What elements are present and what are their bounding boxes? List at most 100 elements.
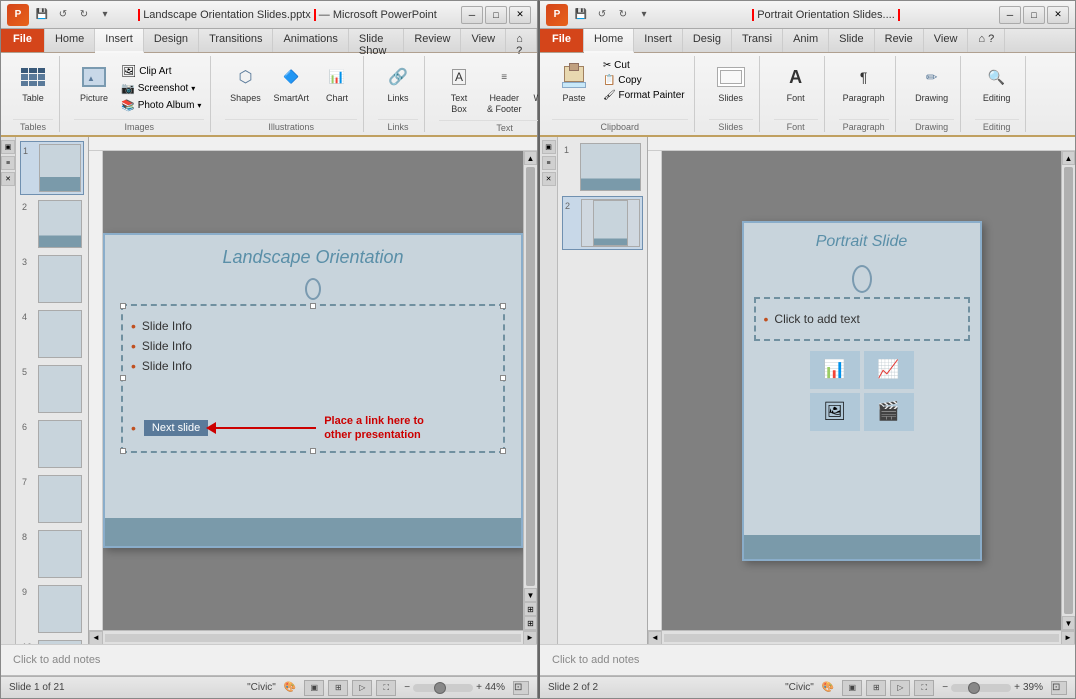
close-btn-left[interactable]: ✕: [509, 6, 531, 24]
undo-btn-right[interactable]: ↺: [593, 6, 611, 24]
tab-home-right[interactable]: Home: [584, 29, 634, 53]
headerfooter-button[interactable]: ≡ Header& Footer: [483, 59, 526, 117]
zoom-out-btn-r[interactable]: −: [942, 682, 948, 693]
close-panel-btn-r[interactable]: ✕: [542, 172, 556, 186]
tab-transitions-left[interactable]: Transitions: [199, 29, 273, 52]
left-zoom-thumb[interactable]: [434, 682, 446, 694]
next-slide-link[interactable]: Next slide: [144, 420, 208, 436]
formatpainter-btn[interactable]: 🖌 Format Painter: [600, 89, 688, 102]
redo-btn-right[interactable]: ↻: [614, 6, 632, 24]
normal-view-btn[interactable]: ▣: [304, 680, 324, 696]
portrait-icon-4[interactable]: 🎬: [864, 393, 914, 431]
close-btn-right[interactable]: ✕: [1047, 6, 1069, 24]
tab-review-left[interactable]: Review: [404, 29, 461, 52]
right-scrollbar-v[interactable]: ▲ ▼: [1061, 151, 1075, 630]
left-notes-bar[interactable]: Click to add notes: [1, 644, 537, 676]
left-scrollbar-h[interactable]: ◄ ►: [89, 630, 537, 644]
resize-handle-tl[interactable]: [120, 303, 126, 309]
clipart-button[interactable]: 🖼 Clip Art: [118, 63, 204, 79]
drawing-button[interactable]: ✏ Drawing: [910, 59, 954, 105]
resize-handle-tr[interactable]: [500, 303, 506, 309]
zoom-in-btn-r[interactable]: +: [1014, 682, 1020, 693]
scroll-thumb-right[interactable]: [1064, 167, 1073, 614]
right-scrollbar-h[interactable]: ◄ ►: [648, 630, 1075, 644]
scroll-up-left[interactable]: ▲: [524, 151, 537, 165]
picture-button[interactable]: Picture: [74, 59, 114, 106]
resize-handle-bl[interactable]: [120, 448, 126, 454]
slide-thumb-6[interactable]: 6: [20, 418, 84, 470]
slide-thumb-1[interactable]: 1: [20, 141, 84, 195]
right-slide-thumb-2[interactable]: 2: [562, 196, 643, 250]
zoom-out-btn[interactable]: −: [404, 682, 410, 693]
tab-slide-right[interactable]: Slide: [829, 29, 874, 52]
slide-thumb-8[interactable]: 8: [20, 528, 84, 580]
slides-tab-btn[interactable]: ▣: [1, 140, 15, 154]
minimize-btn-left[interactable]: ─: [461, 6, 483, 24]
tab-design-left[interactable]: Design: [144, 29, 199, 52]
copy-btn[interactable]: 📋 Copy: [600, 74, 688, 87]
office-logo-left[interactable]: P: [7, 4, 29, 26]
paste-button[interactable]: Paste: [552, 59, 596, 105]
left-scrollbar-v[interactable]: ▲ ▼ ⊞ ⊞: [523, 151, 537, 630]
tab-help-left[interactable]: ⌂ ?: [506, 29, 537, 52]
slide-thumb-7[interactable]: 7: [20, 473, 84, 525]
scroll-right-btn-r[interactable]: ►: [1061, 631, 1075, 645]
maximize-btn-right[interactable]: □: [1023, 6, 1045, 24]
left-zoom-slider[interactable]: [413, 684, 473, 692]
scroll-expand-left[interactable]: ⊞: [524, 602, 537, 616]
scroll-left-btn[interactable]: ◄: [89, 631, 103, 645]
right-zoom-thumb[interactable]: [968, 682, 980, 694]
reading-view-btn-r[interactable]: ▷: [890, 680, 910, 696]
slide-sorter-btn[interactable]: ⊞: [328, 680, 348, 696]
scroll-down-right[interactable]: ▼: [1062, 616, 1075, 630]
slide-thumb-2[interactable]: 2: [20, 198, 84, 250]
scroll-up-right[interactable]: ▲: [1062, 151, 1075, 165]
right-zoom-slider[interactable]: [951, 684, 1011, 692]
reading-view-btn[interactable]: ▷: [352, 680, 372, 696]
tab-transitions-right[interactable]: Transi: [732, 29, 783, 52]
scroll-left-btn-r[interactable]: ◄: [648, 631, 662, 645]
slide-content-box[interactable]: • Slide Info • Slide Info • Slide Info: [121, 304, 505, 453]
font-button[interactable]: A Font: [774, 59, 818, 105]
tab-home-left[interactable]: Home: [45, 29, 95, 52]
tab-file-left[interactable]: File: [1, 29, 45, 52]
zoom-in-btn[interactable]: +: [476, 682, 482, 693]
resize-handle-mr[interactable]: [500, 375, 506, 381]
outline-tab-btn-r[interactable]: ≡: [542, 156, 556, 170]
photoalbum-button[interactable]: 📚 Photo Album ▾: [118, 98, 204, 113]
minimize-btn-right[interactable]: ─: [999, 6, 1021, 24]
paragraph-button[interactable]: ¶ Paragraph: [839, 59, 889, 105]
resize-handle-ml[interactable]: [120, 375, 126, 381]
portrait-icon-2[interactable]: 📈: [864, 351, 914, 389]
tab-slideshow-left[interactable]: Slide Show: [349, 29, 404, 52]
editing-button[interactable]: 🔍 Editing: [975, 59, 1019, 105]
cut-btn[interactable]: ✂ Cut: [600, 59, 688, 72]
screenshot-button[interactable]: 📷 Screenshot ▾: [118, 81, 204, 96]
portrait-icon-3[interactable]: 🖼: [810, 393, 860, 431]
outline-tab-btn[interactable]: ≡: [1, 156, 15, 170]
textbox-button[interactable]: A TextBox: [439, 59, 479, 117]
scroll-expand2-left[interactable]: ⊞: [524, 616, 537, 630]
close-panel-btn[interactable]: ✕: [1, 172, 15, 186]
tab-review-right[interactable]: Revie: [875, 29, 924, 52]
customize-btn-right[interactable]: ▾: [635, 6, 653, 24]
shapes-button[interactable]: ⬡ Shapes: [225, 59, 265, 106]
slide-sorter-btn-r[interactable]: ⊞: [866, 680, 886, 696]
undo-btn-left[interactable]: ↺: [54, 6, 72, 24]
chart-button[interactable]: 📊 Chart: [317, 59, 357, 106]
save-btn-right[interactable]: 💾: [572, 6, 590, 24]
tab-insert-right[interactable]: Insert: [634, 29, 683, 52]
resize-handle-tm[interactable]: [310, 303, 316, 309]
redo-btn-left[interactable]: ↻: [75, 6, 93, 24]
scroll-down-left[interactable]: ▼: [524, 588, 537, 602]
maximize-btn-left[interactable]: □: [485, 6, 507, 24]
tab-animations-left[interactable]: Animations: [273, 29, 348, 52]
normal-view-btn-r[interactable]: ▣: [842, 680, 862, 696]
resize-handle-br[interactable]: [500, 448, 506, 454]
office-logo-right[interactable]: P: [546, 4, 568, 26]
h-scroll-track-r[interactable]: [664, 634, 1059, 642]
slide-thumb-9[interactable]: 9: [20, 583, 84, 635]
h-scroll-track[interactable]: [105, 634, 521, 642]
slide-thumb-5[interactable]: 5: [20, 363, 84, 415]
resize-handle-bm[interactable]: [310, 448, 316, 454]
